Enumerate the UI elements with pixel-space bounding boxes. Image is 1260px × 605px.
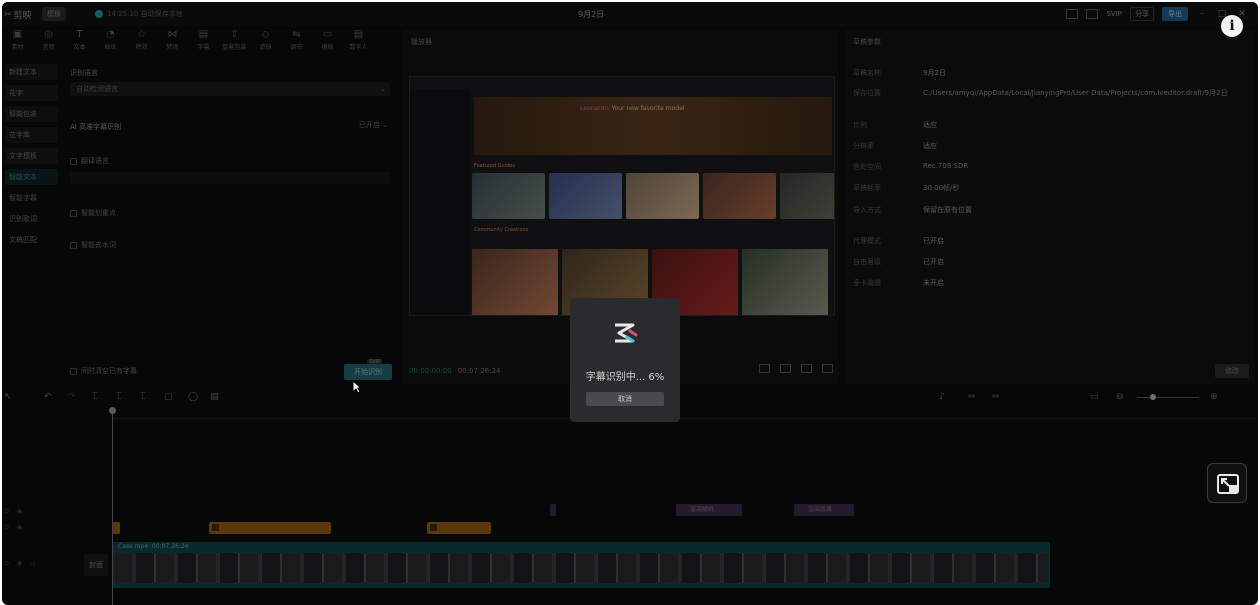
cancel-button[interactable]: 取消 [586, 392, 664, 406]
mouse-cursor-icon [352, 380, 362, 394]
pip-icon [1217, 474, 1239, 494]
app-window: ✂ 剪映 模板 14:25:10 自动保存本地 9月2日 SVIP 分享 导出 –… [2, 2, 1258, 605]
info-icon[interactable]: i [1221, 15, 1243, 37]
recognition-status: 字幕识别中... 6% [585, 372, 665, 383]
picture-in-picture-button[interactable] [1207, 463, 1247, 503]
capcut-logo-icon [615, 323, 638, 343]
recognition-progress-dialog: 字幕识别中... 6% 取消 [570, 298, 680, 422]
